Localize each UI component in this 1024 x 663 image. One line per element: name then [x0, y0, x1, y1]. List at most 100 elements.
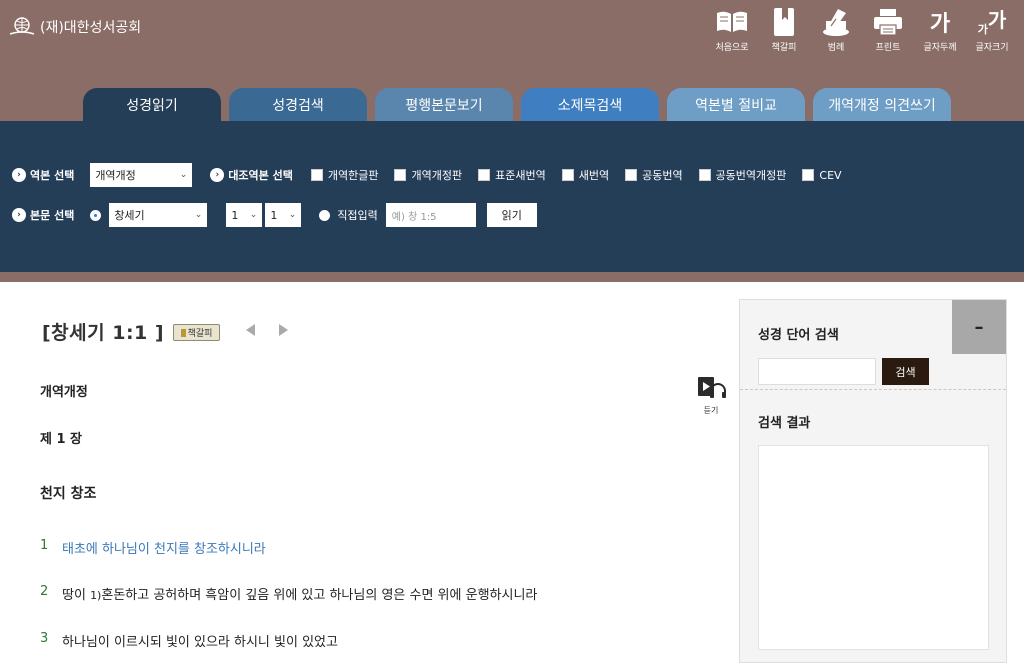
font-weight-tool-button[interactable]: 가 글자두께: [914, 6, 966, 53]
checkbox[interactable]: [394, 169, 407, 181]
verse-text: 하나님이 이르시되 빛이 있으라 하시니 빛이 있었고: [62, 635, 338, 650]
tab-verse-compare[interactable]: 역본별 절비교: [667, 88, 805, 121]
verse-text: 태초에 하나님이 천지를 창조하시니라: [62, 542, 266, 557]
read-button[interactable]: 읽기: [486, 203, 537, 227]
font-size-large-glyph: 가: [987, 7, 1007, 32]
version-select[interactable]: 개역개정 ⌄: [90, 163, 193, 187]
prev-arrow-icon[interactable]: [246, 324, 255, 336]
compare-label: 대조역본 선택: [228, 169, 293, 182]
word-search-input[interactable]: [758, 358, 876, 385]
panel-bottom-band: [0, 272, 1024, 282]
version-label: 역본 선택: [30, 169, 75, 182]
results-box: [758, 445, 989, 650]
results-title: 검색 결과: [758, 416, 811, 431]
bookmark-tool-button[interactable]: 책갈피: [758, 6, 810, 53]
compare-option[interactable]: 새번역: [561, 167, 609, 183]
verse-row: 2 땅이 1)혼돈하고 공허하며 흑암이 깊음 위에 있고 하나님의 영은 수면…: [40, 584, 537, 603]
passage-row: › 본문 선택 창세기 ⌄ 1 ⌄ 1 ⌄ 직접입력 예) 창 1:5 읽기: [12, 203, 537, 227]
tab-subtitle-search[interactable]: 소제목검색: [521, 88, 659, 121]
font-size-icon: 가 가: [978, 6, 1007, 38]
radio-select-passage[interactable]: [90, 209, 102, 221]
direct-input-field[interactable]: 예) 창 1:5: [385, 203, 476, 227]
verse-row: 3 하나님이 이르시되 빛이 있으라 하시니 빛이 있었고: [40, 631, 338, 650]
book-select[interactable]: 창세기 ⌄: [109, 203, 208, 227]
compare-option[interactable]: 개역개정판: [394, 167, 462, 183]
print-tool-label: 프린트: [875, 43, 901, 53]
book-select-value: 창세기: [114, 209, 145, 222]
verse-text-pre: 땅이: [62, 588, 91, 603]
checkbox[interactable]: [802, 169, 815, 181]
arrow-right-icon: ›: [12, 168, 26, 182]
listen-label: 듣기: [703, 406, 719, 415]
chapter-title: 제 1 장: [40, 432, 83, 447]
audio-headphone-icon: [696, 376, 726, 404]
passage-reference: [창세기 1:1 ]: [42, 322, 165, 344]
font-size-small-glyph: 가: [977, 23, 988, 36]
bookmark-icon: [180, 328, 186, 337]
font-weight-tool-label: 글자두께: [923, 43, 957, 53]
version-title: 개역개정: [40, 385, 88, 400]
version-row: › 역본 선택 개역개정 ⌄ › 대조역본 선택 개역한글판 개역개정판 표준새…: [12, 163, 858, 187]
listen-button[interactable]: 듣기: [696, 376, 726, 416]
verse-select[interactable]: 1 ⌄: [265, 203, 302, 227]
home-tool-button[interactable]: 처음으로: [706, 6, 758, 53]
chapter-select[interactable]: 1 ⌄: [226, 203, 263, 227]
compare-option-label: 개역개정판: [411, 169, 463, 182]
verse-number: 1: [40, 538, 49, 553]
chevron-down-icon: ⌄: [179, 170, 188, 180]
compare-option-label: CEV: [819, 168, 842, 182]
add-bookmark-button[interactable]: 책갈피: [173, 324, 220, 341]
compare-option-label: 공동번역개정판: [715, 169, 787, 182]
tab-search[interactable]: 성경검색: [229, 88, 367, 121]
verse-select-value: 1: [270, 208, 278, 222]
compare-option-label: 표준새번역: [495, 169, 546, 182]
tab-parallel[interactable]: 평행본문보기: [375, 88, 513, 121]
compare-option[interactable]: 공동번역: [625, 167, 683, 183]
logo-text: (재)대한성서공회: [40, 20, 142, 36]
memo-pen-icon: [820, 6, 852, 38]
next-arrow-icon[interactable]: [279, 324, 288, 336]
direct-input-label: 직접입력: [337, 209, 378, 222]
legend-tool-button[interactable]: 범례: [810, 6, 862, 53]
tab-feedback[interactable]: 개역개정 의견쓰기: [813, 88, 951, 121]
chevron-down-icon: ⌄: [288, 210, 297, 220]
arrow-right-icon: ›: [12, 208, 26, 222]
checkbox[interactable]: [698, 169, 711, 181]
chapter-select-value: 1: [231, 208, 239, 222]
compare-option[interactable]: 개역한글판: [310, 167, 379, 183]
printer-icon: [872, 6, 904, 38]
print-tool-button[interactable]: 프린트: [862, 6, 914, 53]
chevron-down-icon: ⌄: [249, 210, 258, 220]
site-logo[interactable]: (재)대한성서공회: [8, 16, 141, 38]
font-size-tool-button[interactable]: 가 가 글자크기: [966, 6, 1018, 54]
radio-direct-input[interactable]: [319, 209, 331, 221]
sidebar-title: 성경 단어 검색: [758, 328, 839, 343]
compare-option-label: 개역한글판: [327, 169, 379, 182]
compare-option[interactable]: CEV: [802, 168, 842, 182]
bookmark-button-label: 책갈피: [187, 329, 213, 339]
checkbox[interactable]: [561, 169, 574, 181]
book-open-icon: [715, 6, 749, 38]
footnote-marker[interactable]: 1): [90, 589, 101, 602]
tab-read[interactable]: 성경읽기: [83, 88, 221, 121]
font-thick-icon: 가: [929, 12, 951, 37]
site-header: (재)대한성서공회 처음으로 책갈피 범례 프린트 가 글자두께 가 가 글자크…: [0, 0, 1024, 121]
toolbar: 처음으로 책갈피 범례 프린트 가 글자두께 가 가 글자크기: [706, 6, 1018, 54]
globe-logo-icon: [8, 16, 36, 38]
collapse-button[interactable]: –: [952, 300, 1006, 354]
bookmark-tool-label: 책갈피: [771, 43, 797, 53]
verse-row: 1 태초에 하나님이 천지를 창조하시니라: [40, 538, 266, 557]
verse-number: 3: [40, 631, 49, 646]
word-search-button[interactable]: 검색: [882, 358, 929, 385]
divider: [740, 389, 1006, 390]
checkbox[interactable]: [310, 169, 323, 181]
checkbox[interactable]: [625, 169, 638, 181]
passage-label: 본문 선택: [30, 209, 75, 222]
compare-option[interactable]: 공동번역개정판: [698, 167, 787, 183]
version-select-value: 개역개정: [95, 169, 136, 182]
home-tool-label: 처음으로: [715, 43, 749, 53]
compare-option[interactable]: 표준새번역: [478, 167, 546, 183]
checkbox[interactable]: [478, 169, 491, 181]
selection-panel: › 역본 선택 개역개정 ⌄ › 대조역본 선택 개역한글판 개역개정판 표준새…: [0, 121, 1024, 272]
main-tabs: 성경읽기 성경검색 평행본문보기 소제목검색 역본별 절비교 개역개정 의견쓰기: [83, 88, 951, 121]
